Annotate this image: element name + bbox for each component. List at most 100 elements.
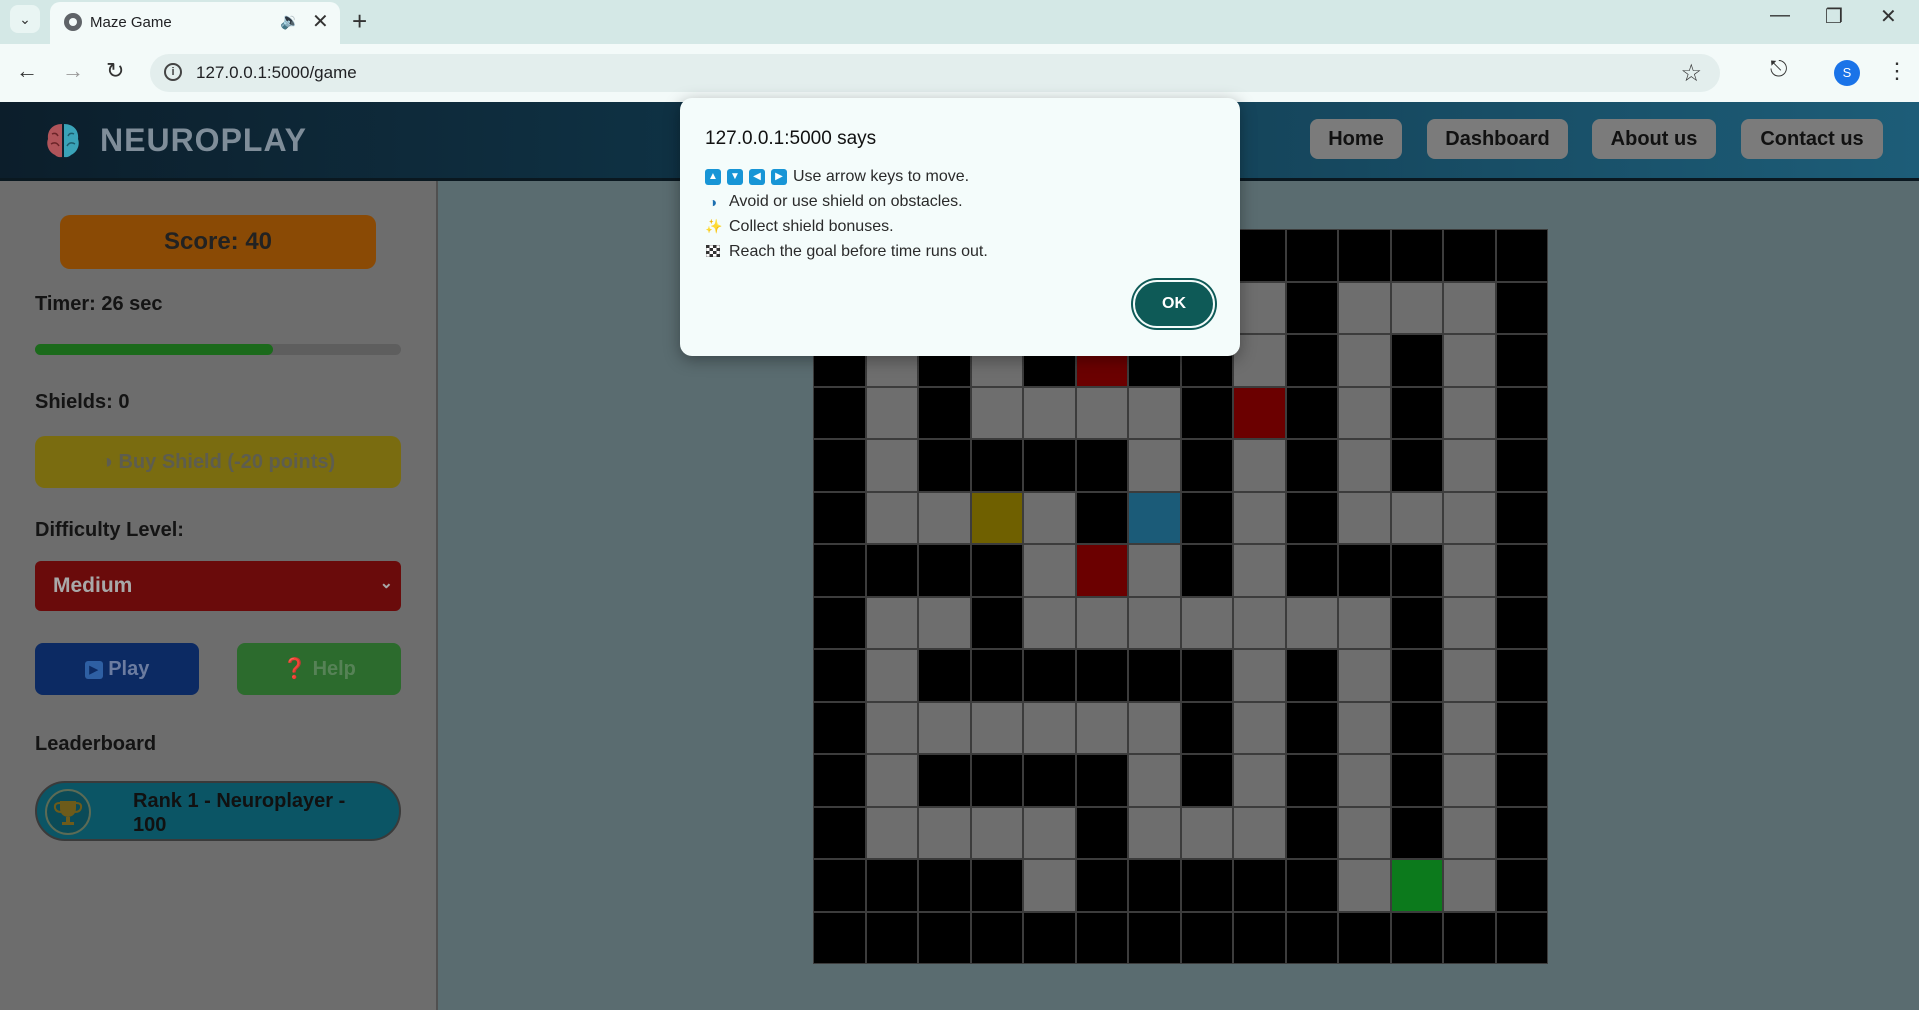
reload-icon[interactable]: ↻: [106, 58, 124, 84]
maze-cell-wall: [970, 596, 1023, 649]
speaker-icon[interactable]: 🔉: [280, 11, 300, 31]
maze-cell-wall: [1233, 859, 1286, 912]
nav-home-link[interactable]: Home: [1310, 119, 1402, 159]
profile-avatar[interactable]: S: [1834, 60, 1860, 86]
shields-label: Shields: 0: [35, 391, 130, 413]
maze-cell-path: [1128, 544, 1181, 597]
maze-cell-path: [865, 806, 918, 859]
leaderboard-entry: Rank 1 - Neuroplayer - 100: [35, 781, 401, 841]
maze-cell-wall: [1023, 649, 1076, 702]
menu-kebab-icon[interactable]: ⋮: [1886, 58, 1908, 84]
play-button[interactable]: ▶ Play: [35, 643, 199, 695]
brain-logo-icon: [47, 124, 79, 158]
minimize-icon[interactable]: —: [1770, 4, 1790, 27]
window-close-icon[interactable]: ✕: [1880, 4, 1897, 29]
alert-dialog: 127.0.0.1:5000 says ▲ ▼ ◀ ▶ Use arrow ke…: [680, 98, 1240, 356]
maze-cell-wall: [1285, 229, 1338, 282]
maze-cell-wall: [1495, 596, 1548, 649]
maze-cell-path: [1443, 281, 1496, 334]
maze-cell-wall: [813, 806, 866, 859]
maze-cell-wall: [1495, 491, 1548, 544]
maze-cell-path: [970, 701, 1023, 754]
maze-cell-wall: [1285, 701, 1338, 754]
forward-arrow-icon[interactable]: →: [62, 58, 84, 84]
maze-cell-path: [1075, 596, 1128, 649]
maze-cell-path: [1443, 544, 1496, 597]
maze-cell-wall: [1075, 491, 1128, 544]
maze-cell-wall: [1075, 911, 1128, 964]
maze-cell-path: [1233, 491, 1286, 544]
tab-title: Maze Game: [90, 14, 172, 31]
maze-cell-path: [1023, 806, 1076, 859]
buy-shield-button[interactable]: ◑ Buy Shield (-20 points): [35, 436, 401, 488]
maze-cell-wall: [970, 544, 1023, 597]
maze-cell-wall: [1285, 334, 1338, 387]
maze-cell-wall: [1233, 229, 1286, 282]
maze-cell-wall: [918, 754, 971, 807]
difficulty-heading: Difficulty Level:: [35, 519, 184, 541]
maze-cell-wall: [1285, 491, 1338, 544]
maze-cell-wall: [1495, 281, 1548, 334]
maze-cell-path: [1023, 701, 1076, 754]
difficulty-select[interactable]: Medium ⌄: [35, 561, 401, 611]
restore-icon[interactable]: ❐: [1825, 4, 1843, 29]
maze-cell-path: [1128, 386, 1181, 439]
nav-about-link[interactable]: About us: [1592, 119, 1716, 159]
maze-cell-wall: [1338, 911, 1391, 964]
ok-button[interactable]: OK: [1133, 280, 1215, 328]
dialog-origin: 127.0.0.1:5000 says: [705, 128, 877, 149]
maze-cell-path: [1023, 544, 1076, 597]
dialog-line-text: Use arrow keys to move.: [793, 167, 970, 185]
maze-cell-wall: [1075, 859, 1128, 912]
maze-cell-wall: [1443, 229, 1496, 282]
browser-tab[interactable]: Maze Game 🔉 ✕: [50, 2, 340, 44]
site-info-icon[interactable]: i: [164, 63, 182, 81]
maze-cell-wall: [1128, 911, 1181, 964]
maze-cell-wall: [1075, 439, 1128, 492]
maze-cell-wall: [1023, 754, 1076, 807]
chevron-down-icon: ⌄: [379, 575, 393, 592]
maze-cell-wall: [1390, 544, 1443, 597]
maze-cell-wall: [1495, 229, 1548, 282]
tab-search-button[interactable]: ⌄: [10, 5, 40, 33]
sparkles-icon: ✨: [705, 218, 723, 234]
play-icon: ▶: [84, 660, 103, 679]
dialog-line-text: Reach the goal before time runs out.: [729, 242, 988, 260]
maze-cell-path: [865, 754, 918, 807]
maze-cell-wall: [813, 701, 866, 754]
maze-cell-wall: [1180, 386, 1233, 439]
maze-cell-wall: [865, 544, 918, 597]
maze-cell-wall: [1495, 334, 1548, 387]
dialog-line-goal: Reach the goal before time runs out.: [705, 239, 988, 264]
maze-cell-wall: [918, 649, 971, 702]
maze-cell-path: [918, 806, 971, 859]
nav-dashboard-link[interactable]: Dashboard: [1427, 119, 1568, 159]
maze-cell-path: [865, 596, 918, 649]
maze-cell-path: [865, 491, 918, 544]
globe-icon: [64, 13, 82, 31]
maze-cell-goal: [1390, 859, 1443, 912]
close-icon[interactable]: ✕: [312, 9, 329, 34]
maze-cell-path: [1338, 281, 1391, 334]
extensions-puzzle-icon[interactable]: ⎋: [1770, 56, 1787, 82]
maze-cell-wall: [1338, 229, 1391, 282]
bookmark-star-icon[interactable]: ☆: [1680, 59, 1702, 88]
maze-cell-path: [1023, 386, 1076, 439]
maze-cell-wall: [1023, 911, 1076, 964]
nav-contact-link[interactable]: Contact us: [1741, 119, 1883, 159]
new-tab-plus-icon[interactable]: +: [352, 6, 367, 37]
maze-cell-path: [1338, 334, 1391, 387]
maze-cell-wall: [918, 544, 971, 597]
maze-cell-wall: [1180, 439, 1233, 492]
maze-cell-wall: [1390, 911, 1443, 964]
maze-cell-wall: [970, 649, 1023, 702]
timer-label: Timer: 26 sec: [35, 293, 163, 315]
help-button[interactable]: ❓ Help: [237, 643, 401, 695]
back-arrow-icon[interactable]: ←: [16, 58, 38, 84]
maze-cell-wall: [865, 859, 918, 912]
address-bar[interactable]: i 127.0.0.1:5000/game ☆: [150, 54, 1720, 92]
timer-progress-bar: [35, 344, 401, 355]
maze-cell-player: [1128, 491, 1181, 544]
maze-cell-path: [1128, 596, 1181, 649]
maze-cell-wall: [1495, 806, 1548, 859]
